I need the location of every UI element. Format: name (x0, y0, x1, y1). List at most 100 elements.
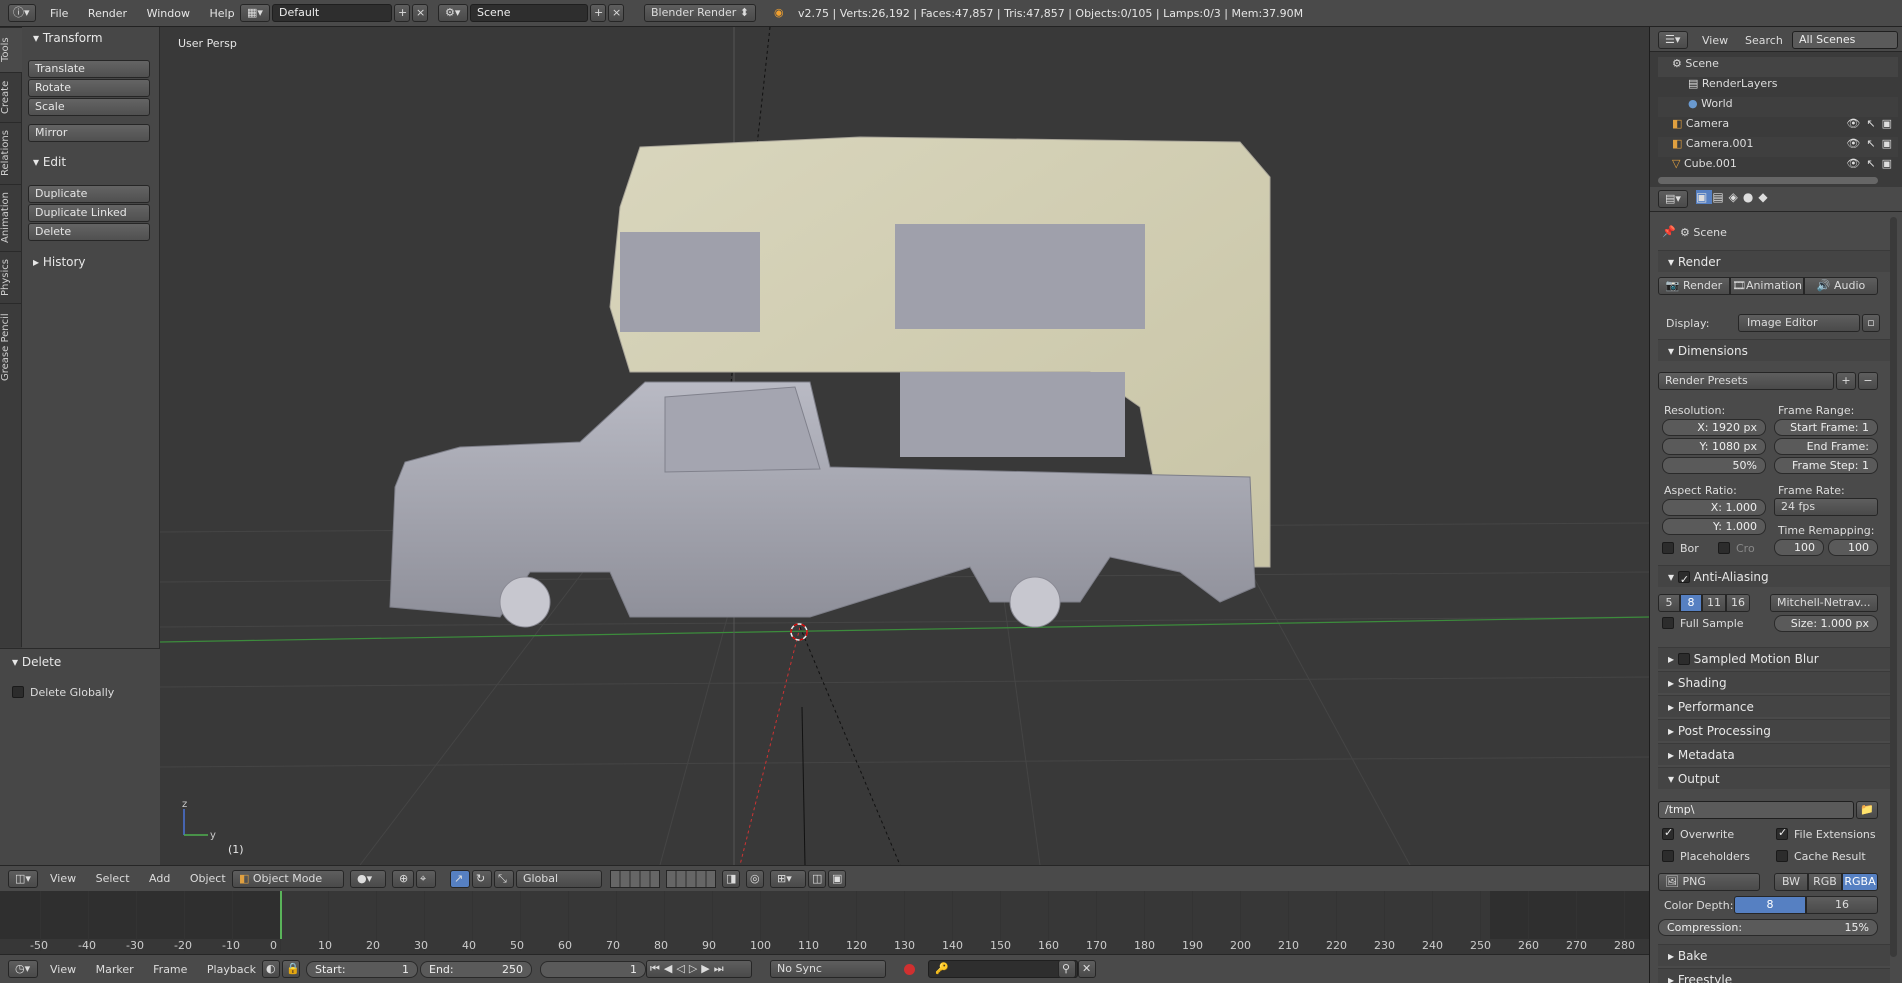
file-format-dropdown[interactable]: 🖼 PNG (1658, 873, 1760, 891)
render-preview-icon[interactable]: ◫ (808, 870, 826, 888)
tab-create[interactable]: Create (0, 72, 22, 122)
anti-aliasing-panel-header[interactable]: ▾ Anti-Aliasing (1658, 565, 1890, 591)
start-frame-field[interactable]: Start: 1 (306, 961, 418, 978)
aspect-y-field[interactable]: Y: 1.000 (1662, 518, 1766, 535)
rotate-button[interactable]: Rotate (28, 79, 150, 97)
shading-panel-header[interactable]: ▸ Shading (1658, 671, 1890, 693)
display-dropdown[interactable]: Image Editor (1738, 314, 1860, 332)
outliner-item-scene[interactable]: ⚙ Scene (1658, 57, 1898, 77)
file-extensions-checkbox[interactable] (1776, 826, 1788, 840)
animation-button[interactable]: 🎞Animation (1730, 277, 1804, 295)
overwrite-checkbox[interactable] (1662, 826, 1674, 840)
aa-samples-8[interactable]: 8 (1680, 594, 1702, 612)
menu-view[interactable]: View (50, 963, 76, 976)
crop-checkbox[interactable] (1718, 542, 1730, 554)
timeline[interactable]: -50 -40 -30 -20 -10 0 10 20 30 40 50 60 70 80 90 100 110… (0, 891, 1649, 954)
aa-samples-16[interactable]: 16 (1726, 594, 1750, 612)
current-frame-field[interactable]: 1 (540, 961, 646, 978)
aa-filter-dropdown[interactable]: Mitchell-Netrav... (1770, 594, 1878, 612)
orientation-dropdown[interactable]: Global (516, 870, 602, 888)
lock-range-icon[interactable]: 🔒 (282, 960, 300, 978)
add-scene-icon[interactable]: + (590, 4, 606, 22)
color-rgb-button[interactable]: RGB (1808, 873, 1842, 891)
render-panel-header[interactable]: ▾ Render (1658, 250, 1890, 272)
duplicate-linked-button[interactable]: Duplicate Linked (28, 204, 150, 222)
outliner-item-camera001[interactable]: ◧ Camera.001 👁↖▣ (1658, 137, 1898, 157)
add-layout-icon[interactable]: + (394, 4, 410, 22)
outliner-filter-dropdown[interactable]: All Scenes (1792, 31, 1898, 49)
color-rgba-button[interactable]: RGBA (1842, 873, 1878, 891)
render-presets-dropdown[interactable]: Render Presets (1658, 372, 1834, 390)
color-bw-button[interactable]: BW (1774, 873, 1808, 891)
output-panel-header[interactable]: ▾ Output (1658, 767, 1890, 789)
full-sample-checkbox[interactable] (1662, 617, 1674, 629)
menu-add[interactable]: Add (149, 872, 170, 885)
outliner-menu-search[interactable]: Search (1745, 34, 1783, 47)
edit-panel-header[interactable]: ▾ Edit (33, 155, 66, 169)
resolution-y-field[interactable]: Y: 1080 px (1662, 438, 1766, 455)
keying-set-field[interactable]: 🔑 (928, 960, 1078, 978)
motion-blur-checkbox[interactable] (1677, 653, 1690, 665)
outliner-item-world[interactable]: ● World (1658, 97, 1898, 117)
outliner-item-cube001[interactable]: ▽ Cube.001 👁↖▣ (1658, 157, 1898, 177)
record-icon[interactable] (904, 964, 915, 975)
output-path-field[interactable]: /tmp\ (1658, 801, 1854, 819)
time-remap-new-field[interactable]: 100 (1828, 539, 1878, 556)
menu-object[interactable]: Object (190, 872, 226, 885)
tab-relations[interactable]: Relations (0, 122, 22, 184)
menu-help[interactable]: Help (209, 7, 234, 20)
end-frame-field[interactable]: End: 250 (420, 961, 532, 978)
render-engine-dropdown[interactable]: Blender Render ⬍ (644, 4, 756, 22)
performance-panel-header[interactable]: ▸ Performance (1658, 695, 1890, 717)
operator-panel-header[interactable]: ▾ Delete (12, 655, 61, 669)
history-panel-header[interactable]: ▸ History (33, 255, 86, 269)
aspect-x-field[interactable]: X: 1.000 (1662, 499, 1766, 516)
render-tab-icon[interactable]: ▣ (1696, 190, 1713, 204)
transform-panel-header[interactable]: ▾ Transform (33, 31, 103, 45)
rotate-manipulator-icon[interactable]: ↻ (472, 870, 492, 888)
outliner-item-camera[interactable]: ◧ Camera 👁↖▣ (1658, 117, 1898, 137)
cache-result-checkbox[interactable] (1776, 850, 1788, 862)
menu-view[interactable]: View (50, 872, 76, 885)
properties-scrollbar[interactable] (1890, 217, 1897, 957)
editor-type-3d-icon[interactable]: ◫▾ (8, 870, 38, 888)
playback-controls[interactable]: ⏮◀◁▷▶⏭ (646, 960, 752, 978)
translate-button[interactable]: Translate (28, 60, 150, 78)
scale-button[interactable]: Scale (28, 98, 150, 116)
resolution-x-field[interactable]: X: 1920 px (1662, 419, 1766, 436)
visibility-icons[interactable]: 👁↖▣ (1846, 137, 1898, 150)
tab-grease-pencil[interactable]: Grease Pencil (0, 303, 22, 391)
time-remap-old-field[interactable]: 100 (1774, 539, 1824, 556)
sync-dropdown[interactable]: No Sync (770, 960, 886, 978)
aa-samples-11[interactable]: 11 (1702, 594, 1726, 612)
render-button[interactable]: 📷 Render (1658, 277, 1730, 295)
duplicate-button[interactable]: Duplicate (28, 185, 150, 203)
layer-buttons-1[interactable] (610, 870, 660, 888)
folder-browse-icon[interactable]: 📁 (1856, 801, 1878, 819)
scene-selector[interactable]: Scene (470, 4, 588, 22)
mode-dropdown[interactable]: ◧ Object Mode (232, 870, 344, 888)
scene-icon[interactable]: ⚙▾ (438, 4, 468, 22)
start-frame-field[interactable]: Start Frame: 1 (1774, 419, 1878, 436)
post-processing-panel-header[interactable]: ▸ Post Processing (1658, 719, 1890, 741)
menu-frame[interactable]: Frame (153, 963, 187, 976)
remove-preset-icon[interactable]: − (1858, 372, 1878, 390)
color-depth-8[interactable]: 8 (1734, 896, 1806, 914)
insert-keyframe-icon[interactable]: ⚲ (1058, 960, 1076, 978)
compression-field[interactable]: Compression: 15% (1658, 919, 1878, 936)
placeholders-checkbox[interactable] (1662, 850, 1674, 862)
properties-context-tabs[interactable]: ▣▤◈●◆ (1696, 190, 1773, 204)
editor-type-properties-icon[interactable]: ▤▾ (1658, 190, 1688, 208)
proportional-edit-icon[interactable]: ◎ (746, 870, 764, 888)
aa-samples-5[interactable]: 5 (1658, 594, 1680, 612)
freestyle-panel-header[interactable]: ▸ Freestyle (1658, 968, 1890, 983)
menu-select[interactable]: Select (96, 872, 130, 885)
sampled-motion-blur-panel-header[interactable]: ▸ Sampled Motion Blur (1658, 647, 1890, 669)
metadata-panel-header[interactable]: ▸ Metadata (1658, 743, 1890, 765)
remove-layout-icon[interactable]: × (412, 4, 428, 22)
bake-panel-header[interactable]: ▸ Bake (1658, 944, 1890, 966)
render-animation-icon[interactable]: ▣ (828, 870, 846, 888)
menu-window[interactable]: Window (147, 7, 190, 20)
outliner-scrollbar[interactable] (1658, 177, 1878, 184)
color-depth-16[interactable]: 16 (1806, 896, 1878, 914)
